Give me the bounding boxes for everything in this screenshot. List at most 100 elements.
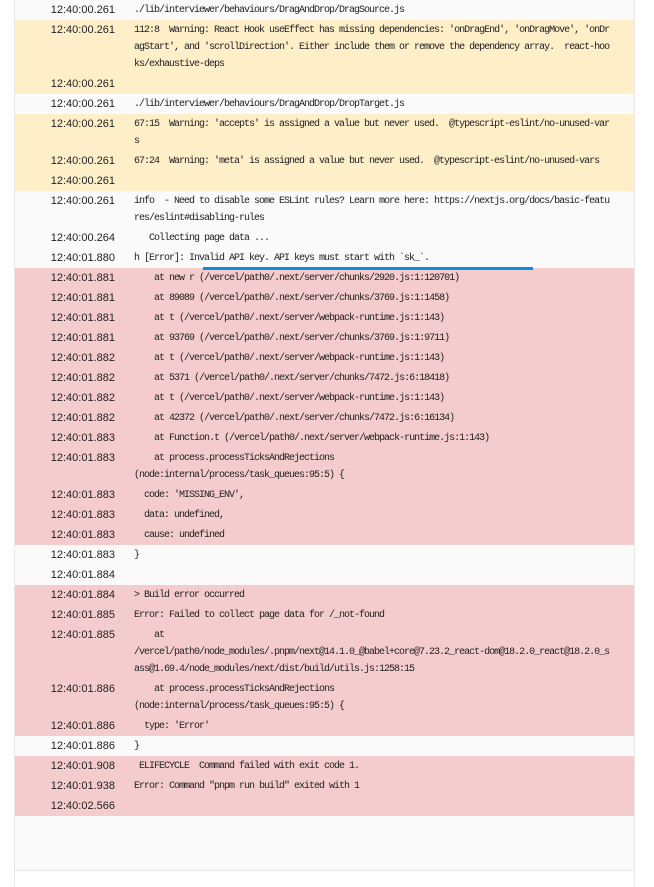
log-message: cause: undefined (134, 529, 225, 541)
log-timestamp[interactable]: 12:40:01.886 (15, 718, 115, 735)
log-line-error: 12:40:01.886 at process.processTicksAndR… (15, 679, 634, 716)
log-message: at process.processTicksAndRejections (no… (134, 683, 345, 712)
log-message: 67:15 Warning: 'accepts' is assigned a v… (134, 118, 610, 147)
log-line-error: 12:40:01.885 at /vercel/path0/node_modul… (15, 625, 634, 679)
log-line-warn: 12:40:00.261 (15, 171, 634, 191)
selection-highlight (203, 267, 533, 270)
log-message: ./lib/interviewer/behaviours/DragAndDrop… (134, 98, 405, 110)
log-timestamp[interactable]: 12:40:00.261 (15, 76, 115, 93)
log-timestamp[interactable]: 12:40:01.882 (15, 390, 115, 407)
log-timestamp[interactable]: 12:40:01.881 (15, 290, 115, 307)
log-line-error: 12:40:01.884 > Build error occurred (15, 585, 634, 605)
log-line-error: 12:40:01.908 ELIFECYCLE Command failed w… (15, 756, 634, 776)
log-line-error: 12:40:01.881 at 89089 (/vercel/path0/.ne… (15, 288, 634, 308)
log-line-error: 12:40:01.881 at new r (/vercel/path0/.ne… (15, 268, 634, 288)
log-timestamp[interactable]: 12:40:00.261 (15, 193, 115, 227)
log-timestamp[interactable]: 12:40:00.261 (15, 173, 115, 190)
log-timestamp[interactable]: 12:40:01.883 (15, 547, 115, 564)
log-message: ELIFECYCLE Command failed with exit code… (134, 760, 360, 772)
log-message: at 93769 (/vercel/path0/.next/server/chu… (134, 332, 450, 344)
log-message: > Build error occurred (134, 589, 245, 601)
log-message: Error: Command "pnpm run build" exited w… (134, 780, 360, 792)
log-timestamp[interactable]: 12:40:00.261 (15, 96, 115, 113)
log-message: code: 'MISSING_ENV', (134, 489, 245, 501)
log-message: at t (/vercel/path0/.next/server/webpack… (134, 392, 445, 404)
log-timestamp[interactable]: 12:40:01.883 (15, 430, 115, 447)
log-line-error: 12:40:02.566 (15, 796, 634, 816)
log-timestamp[interactable]: 12:40:01.881 (15, 310, 115, 327)
log-timestamp[interactable]: 12:40:00.264 (15, 230, 115, 247)
log-timestamp[interactable]: 12:40:01.882 (15, 370, 115, 387)
log-line-error: 12:40:01.938 Error: Command "pnpm run bui… (15, 776, 634, 796)
log-timestamp[interactable]: 12:40:01.883 (15, 487, 115, 504)
log-line-error: 12:40:01.886 type: 'Error' (15, 716, 634, 736)
log-timestamp[interactable]: 12:40:00.261 (15, 22, 115, 73)
log-message: } (134, 549, 140, 561)
log-timestamp[interactable]: 12:40:01.881 (15, 330, 115, 347)
log-message: } (134, 740, 140, 752)
log-timestamp[interactable]: 12:40:01.884 (15, 567, 115, 584)
log-timestamp[interactable]: 12:40:01.886 (15, 738, 115, 755)
log-timestamp[interactable]: 12:40:01.885 (15, 607, 115, 624)
log-timestamp[interactable]: 12:40:01.883 (15, 527, 115, 544)
log-message: info - Need to disable some ESLint rules… (134, 195, 610, 224)
log-line-error: 12:40:01.883 at Function.t (/vercel/path… (15, 428, 634, 448)
log-timestamp[interactable]: 12:40:01.883 (15, 507, 115, 524)
log-message: at 42372 (/vercel/path0/.next/server/chu… (134, 412, 455, 424)
log-message: at new r (/vercel/path0/.next/server/chu… (134, 272, 460, 284)
log-timestamp[interactable]: 12:40:01.884 (15, 587, 115, 604)
log-message: data: undefined, (134, 509, 225, 521)
log-line-error: 12:40:01.882 at 42372 (/vercel/path0/.ne… (15, 408, 634, 428)
log-timestamp[interactable]: 12:40:00.261 (15, 116, 115, 150)
log-timestamp[interactable]: 12:40:00.261 (15, 2, 115, 19)
log-line-normal: 12:40:00.261 ./lib/interviewer/behaviours… (15, 0, 634, 20)
log-timestamp[interactable]: 12:40:00.261 (15, 153, 115, 170)
log-timestamp[interactable]: 12:40:01.885 (15, 627, 115, 678)
log-message: at t (/vercel/path0/.next/server/webpack… (134, 312, 445, 324)
log-line-error: 12:40:01.882 at t (/vercel/path0/.next/s… (15, 388, 634, 408)
log-line-normal: 12:40:00.261 info - Need to disable some … (15, 191, 634, 228)
log-message: at /vercel/path0/node_modules/.pnpm/next… (134, 629, 610, 675)
log-timestamp[interactable]: 12:40:01.908 (15, 758, 115, 775)
log-lines: 12:40:00.261 ./lib/interviewer/behaviours… (15, 0, 634, 816)
log-line-warn: 12:40:00.261 112:8 Warning: React Hook us… (15, 20, 634, 74)
log-line-warn: 12:40:00.261 (15, 74, 634, 94)
log-message: Error: Failed to collect page data for /… (134, 609, 385, 621)
log-message: Collecting page data ... (134, 232, 270, 244)
log-message: at 89089 (/vercel/path0/.next/server/chu… (134, 292, 450, 304)
log-line-normal: 12:40:01.886} (15, 736, 634, 756)
log-message: 112:8 Warning: React Hook useEffect has … (134, 24, 610, 70)
log-line-error: 12:40:01.885 Error: Failed to collect pag… (15, 605, 634, 625)
log-line-error: 12:40:01.882 at t (/vercel/path0/.next/s… (15, 348, 634, 368)
log-message (134, 76, 612, 93)
log-line-error: 12:40:01.883 data: undefined, (15, 505, 634, 525)
log-message (134, 567, 612, 584)
log-footer (15, 870, 634, 887)
log-message: at process.processTicksAndRejections (no… (134, 452, 345, 481)
log-message: at 5371 (/vercel/path0/.next/server/chun… (134, 372, 450, 384)
log-timestamp[interactable]: 12:40:01.882 (15, 350, 115, 367)
log-timestamp[interactable]: 12:40:01.880 (15, 250, 115, 267)
log-timestamp[interactable]: 12:40:01.882 (15, 410, 115, 427)
log-line-error: 12:40:01.881 at t (/vercel/path0/.next/s… (15, 308, 634, 328)
log-timestamp[interactable]: 12:40:02.566 (15, 798, 115, 815)
log-message: at t (/vercel/path0/.next/server/webpack… (134, 352, 445, 364)
log-timestamp[interactable]: 12:40:01.938 (15, 778, 115, 795)
log-line-normal: 12:40:01.880 h [Error]: Invalid API key. … (15, 248, 634, 270)
log-timestamp[interactable]: 12:40:01.883 (15, 450, 115, 484)
log-message: ./lib/interviewer/behaviours/DragAndDrop… (134, 4, 405, 16)
log-message (134, 173, 612, 190)
log-message: h [Error]: Invalid API key. API keys mus… (134, 252, 430, 264)
log-line-normal: 12:40:01.884 (15, 565, 634, 585)
log-timestamp[interactable]: 12:40:01.881 (15, 270, 115, 287)
build-log-panel: 12:40:00.261 ./lib/interviewer/behaviours… (14, 0, 635, 887)
log-timestamp[interactable]: 12:40:01.886 (15, 681, 115, 715)
log-message: type: 'Error' (134, 720, 210, 732)
log-message: at Function.t (/vercel/path0/.next/serve… (134, 432, 490, 444)
log-message: 67:24 Warning: 'meta' is assigned a valu… (134, 155, 600, 167)
log-line-normal: 12:40:00.261 ./lib/interviewer/behaviours… (15, 94, 634, 114)
log-line-warn: 12:40:00.261 67:24 Warning: 'meta' is ass… (15, 151, 634, 171)
log-line-error: 12:40:01.883 code: 'MISSING_ENV', (15, 485, 634, 505)
log-line-error: 12:40:01.883 cause: undefined (15, 525, 634, 545)
log-line-error: 12:40:01.883 at process.processTicksAndR… (15, 448, 634, 485)
